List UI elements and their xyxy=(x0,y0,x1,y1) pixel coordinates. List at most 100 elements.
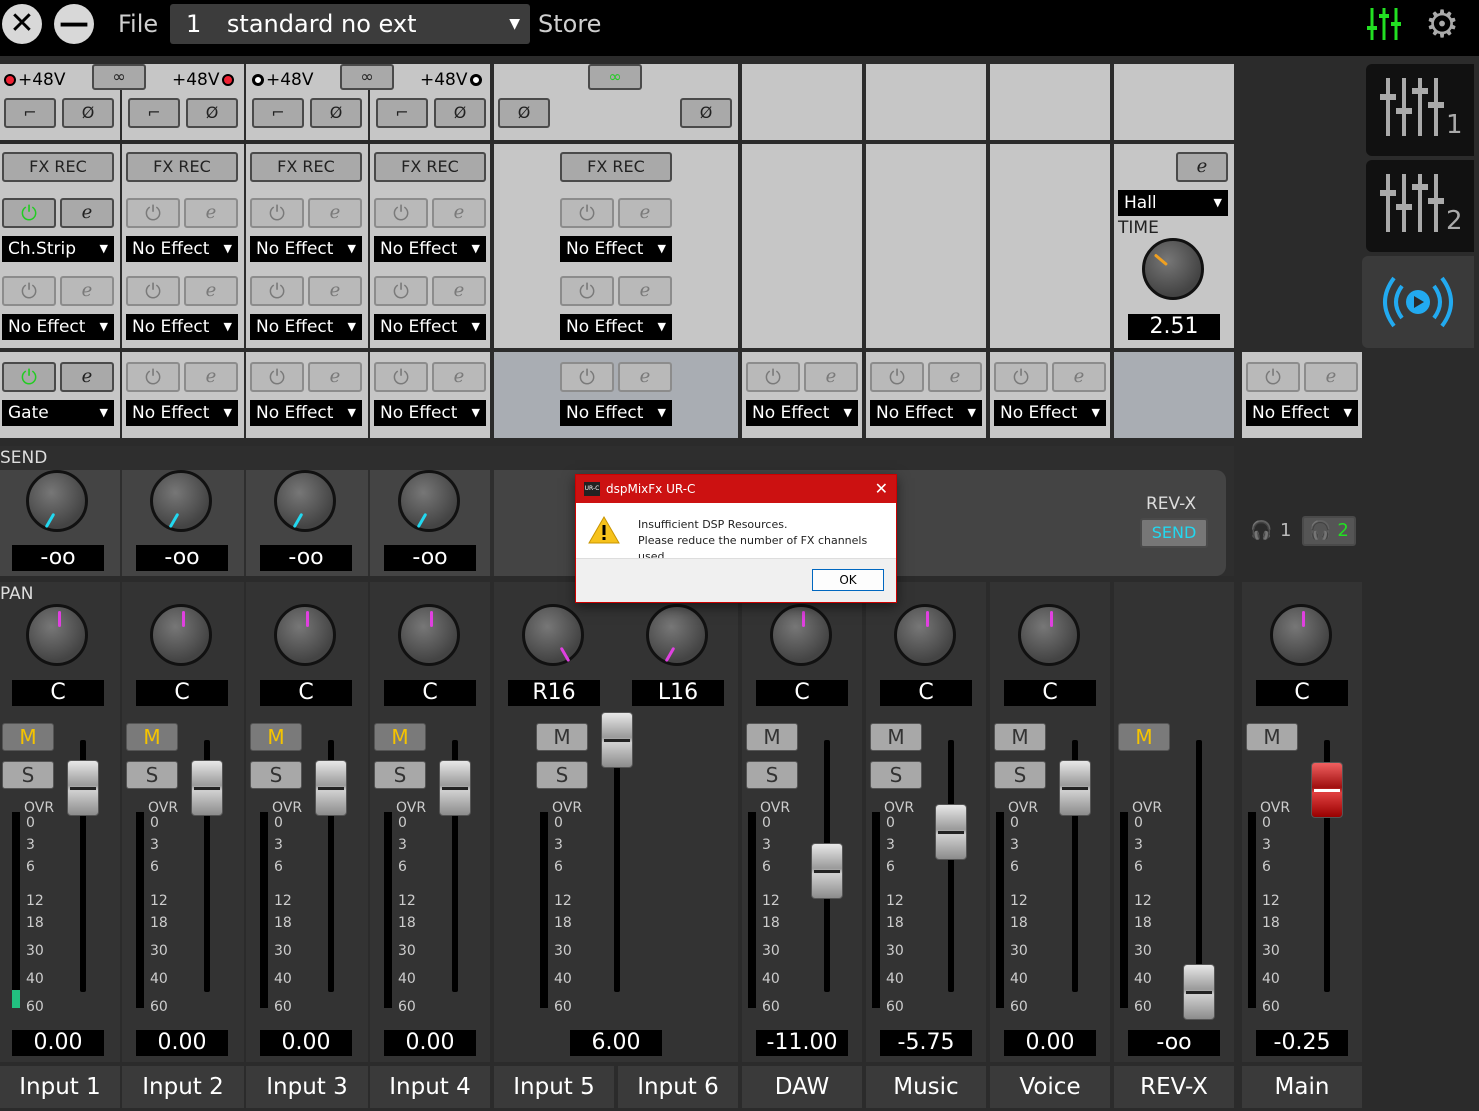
store-button[interactable]: Store xyxy=(538,10,601,38)
effect-select-input56-1[interactable]: No Effect ▼ xyxy=(560,236,672,262)
effect-select-input1-2[interactable]: No Effect ▼ xyxy=(2,314,114,340)
power-icon[interactable]: ⏻ xyxy=(374,276,428,306)
edit-icon[interactable]: ℯ xyxy=(308,362,362,392)
power-icon[interactable]: ⏻ xyxy=(994,362,1048,392)
power-icon[interactable]: ⏻ xyxy=(560,198,614,228)
pan-knob-voice[interactable] xyxy=(1018,604,1080,666)
phantom-led-2[interactable] xyxy=(222,74,234,86)
edit-icon[interactable]: ℯ xyxy=(804,362,858,392)
gear-icon[interactable]: ⚙ xyxy=(1420,4,1464,44)
edit-icon[interactable]: ℯ xyxy=(432,362,486,392)
power-icon[interactable]: ⏻ xyxy=(126,276,180,306)
edit-icon[interactable]: ℯ xyxy=(1052,362,1106,392)
power-icon[interactable]: ⏻ xyxy=(2,362,56,392)
mute-button-input2[interactable]: M xyxy=(126,723,178,751)
edit-icon[interactable]: ℯ xyxy=(184,198,238,228)
minimize-icon[interactable]: — xyxy=(54,4,94,44)
effect-select-input1-3[interactable]: Gate ▼ xyxy=(2,400,114,426)
fader-input2[interactable] xyxy=(191,760,223,816)
phantom-led-1[interactable] xyxy=(4,74,16,86)
phase-icon[interactable]: Ø xyxy=(680,98,732,128)
edit-icon[interactable]: ℯ xyxy=(184,276,238,306)
effect-select-input56-2[interactable]: No Effect ▼ xyxy=(560,314,672,340)
power-icon[interactable]: ⏻ xyxy=(374,198,428,228)
power-icon[interactable]: ⏻ xyxy=(250,362,304,392)
pan-knob-input6[interactable] xyxy=(646,604,708,666)
mute-button-input4[interactable]: M xyxy=(374,723,426,751)
edit-icon[interactable]: ℯ xyxy=(618,362,672,392)
solo-button-input1[interactable]: S xyxy=(2,761,54,789)
phase-icon[interactable]: Ø xyxy=(186,98,238,128)
power-icon[interactable]: ⏻ xyxy=(2,276,56,306)
edit-icon[interactable]: ℯ xyxy=(618,276,672,306)
fx-rec-button[interactable]: FX REC xyxy=(250,152,362,182)
effect-select-input4-2[interactable]: No Effect ▼ xyxy=(374,314,486,340)
edit-icon[interactable]: ℯ xyxy=(432,276,486,306)
hpf-icon[interactable]: ⌐ xyxy=(4,98,56,128)
pan-knob-input4[interactable] xyxy=(398,604,460,666)
power-icon[interactable]: ⏻ xyxy=(2,198,56,228)
send-knob-input3[interactable] xyxy=(274,470,336,532)
fx-rec-button[interactable]: FX REC xyxy=(126,152,238,182)
edit-icon[interactable]: ℯ xyxy=(60,198,114,228)
solo-button-music[interactable]: S xyxy=(870,761,922,789)
fx-rec-button[interactable]: FX REC xyxy=(560,152,672,182)
link-icon-active[interactable]: ∞ xyxy=(588,64,642,90)
hpf-icon[interactable]: ⌐ xyxy=(376,98,428,128)
pan-knob-daw[interactable] xyxy=(770,604,832,666)
power-icon[interactable]: ⏻ xyxy=(746,362,800,392)
pan-knob-input2[interactable] xyxy=(150,604,212,666)
reverb-type-select[interactable]: Hall ▼ xyxy=(1118,190,1228,216)
solo-button-voice[interactable]: S xyxy=(994,761,1046,789)
headphone-2-button[interactable]: 🎧 2 xyxy=(1302,516,1356,546)
pan-knob-music[interactable] xyxy=(894,604,956,666)
hpf-icon[interactable]: ⌐ xyxy=(252,98,304,128)
reverb-edit-icon[interactable]: ℯ xyxy=(1176,152,1228,182)
edit-icon[interactable]: ℯ xyxy=(184,362,238,392)
solo-button-input56[interactable]: S xyxy=(536,761,588,789)
mute-button-input1[interactable]: M xyxy=(2,723,54,751)
power-icon[interactable]: ⏻ xyxy=(374,362,428,392)
solo-button-daw[interactable]: S xyxy=(746,761,798,789)
effect-select-input2-1[interactable]: No Effect ▼ xyxy=(126,236,238,262)
power-icon[interactable]: ⏻ xyxy=(250,276,304,306)
scene-select[interactable]: 1 standard no ext ▼ xyxy=(170,4,530,44)
phase-icon[interactable]: Ø xyxy=(434,98,486,128)
close-icon[interactable]: ✕ xyxy=(2,4,42,44)
phantom-led-3[interactable] xyxy=(252,74,264,86)
power-icon[interactable]: ⏻ xyxy=(560,276,614,306)
power-icon[interactable]: ⏻ xyxy=(250,198,304,228)
edit-icon[interactable]: ℯ xyxy=(1304,362,1358,392)
fader-voice[interactable] xyxy=(1059,760,1091,816)
phantom-led-4[interactable] xyxy=(470,74,482,86)
solo-button-input2[interactable]: S xyxy=(126,761,178,789)
power-icon[interactable]: ⏻ xyxy=(560,362,614,392)
effect-select-input1-1[interactable]: Ch.Strip ▼ xyxy=(2,236,114,262)
mute-button-music[interactable]: M xyxy=(870,723,922,751)
effect-select-main[interactable]: No Effect ▼ xyxy=(1246,400,1358,426)
mute-button-daw[interactable]: M xyxy=(746,723,798,751)
effect-select-input3-2[interactable]: No Effect ▼ xyxy=(250,314,362,340)
power-icon[interactable]: ⏻ xyxy=(870,362,924,392)
phase-icon[interactable]: Ø xyxy=(310,98,362,128)
fader-revx[interactable] xyxy=(1183,964,1215,1020)
hpf-icon[interactable]: ⌐ xyxy=(128,98,180,128)
power-icon[interactable]: ⏻ xyxy=(1246,362,1300,392)
fx-rec-button[interactable]: FX REC xyxy=(2,152,114,182)
fader-daw[interactable] xyxy=(811,843,843,899)
solo-button-input4[interactable]: S xyxy=(374,761,426,789)
mute-button-main[interactable]: M xyxy=(1246,723,1298,751)
mixer-view-icon[interactable] xyxy=(1366,6,1406,42)
file-menu[interactable]: File xyxy=(118,10,158,38)
ok-button[interactable]: OK xyxy=(812,569,884,591)
fader-input4[interactable] xyxy=(439,760,471,816)
fx-rec-button[interactable]: FX REC xyxy=(374,152,486,182)
effect-select-input2-3[interactable]: No Effect ▼ xyxy=(126,400,238,426)
mute-button-revx[interactable]: M xyxy=(1118,723,1170,751)
send-knob-input1[interactable] xyxy=(26,470,88,532)
fader-input56[interactable] xyxy=(601,712,633,768)
mute-button-voice[interactable]: M xyxy=(994,723,1046,751)
phase-icon[interactable]: Ø xyxy=(62,98,114,128)
mixer-tab-1[interactable]: 1 xyxy=(1366,64,1474,156)
effect-select-input4-3[interactable]: No Effect ▼ xyxy=(374,400,486,426)
